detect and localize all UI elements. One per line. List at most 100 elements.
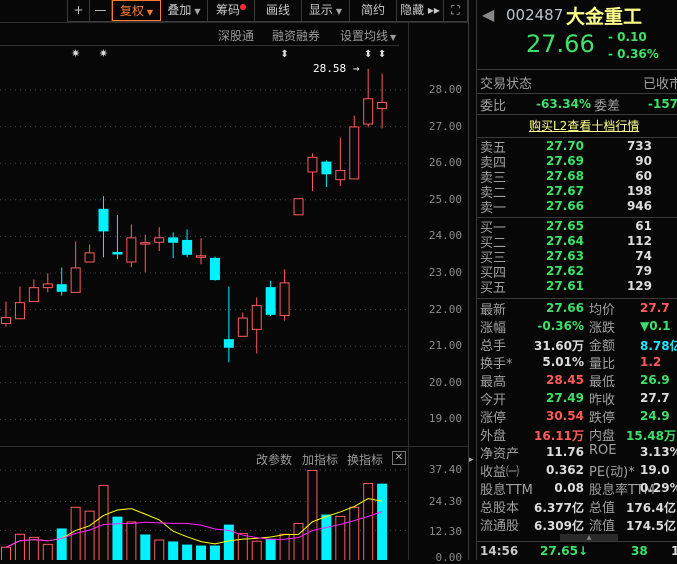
volume-bar-down [377,483,388,560]
down-arrow-icon: ↓ [577,544,589,558]
volume-bar-up [307,469,318,560]
price-tick: 20.00 [428,375,462,389]
stat-label: 净资产 [480,447,520,462]
draw-line-button[interactable]: 画线 [255,0,302,21]
candle-up [28,287,39,303]
candle-down [56,284,67,292]
candle-down [112,252,123,255]
stat-value: 0.29% [640,481,677,495]
stat-label: 最高 [480,375,507,390]
chevron-down-icon: ▼ [194,7,201,16]
ma-setting-label: 设置均线 [340,29,389,43]
overlay-label: 叠加 [167,3,192,17]
stat-label: 跌停 [589,411,616,426]
fullscreen-icon[interactable]: ⛶ [444,0,467,21]
zoom-in-button[interactable]: + [68,0,90,21]
stat-label: 流通股 [480,519,520,534]
simple-mode-button[interactable]: 简约 [350,0,397,21]
volume-bar-down [209,545,220,560]
price-tick: 26.00 [428,156,462,170]
volume-bar-up [1,546,11,560]
axis-divider [408,22,409,560]
chips-button[interactable]: 筹码 [208,0,255,21]
volume-bar-up [84,510,95,560]
chips-label: 筹码 [215,3,240,17]
candle-up [377,101,388,110]
volume-bar-up [154,539,165,560]
notification-dot-icon [240,4,246,10]
stat-value: 16.11万 [534,429,584,443]
display-label: 显示 [308,3,333,17]
candle-up [70,267,81,293]
price-tick: 27.00 [428,119,462,133]
hide-button[interactable]: 隐藏 ▸▸ [397,0,444,21]
splitter[interactable] [468,0,469,560]
volume-bar-up [28,536,39,560]
expand-handle-icon[interactable]: ▲ [560,534,618,541]
stat-label: 量比 [589,357,616,372]
margin-trading-link[interactable]: 融资融券 [272,27,320,44]
stat-label: 总手 [480,339,507,354]
volume-chart [0,469,408,560]
chevron-down-icon: ▼ [335,7,343,16]
candle-up [42,283,53,289]
volume-bar-down [321,514,332,560]
candle-up [363,98,374,125]
price-tick: 25.00 [428,192,462,206]
order-diff-label: 委差 [594,99,621,114]
stat-label: 总值 [589,501,616,516]
stat-value: 27.7 [640,301,670,315]
order-ratio-label: 委比 [480,99,507,114]
price-tick: 23.00 [428,266,462,279]
stat-value: 3.13% [640,445,677,459]
candle-up [1,317,11,325]
stat-value: 6.377亿 [534,501,584,515]
stat-label: 外盘 [480,429,507,444]
high-price-value: 28.58 [313,62,347,75]
event-marker-icon: ⬍ [364,49,372,60]
ma-setting-dropdown[interactable]: 设置均线 ▼ [340,27,396,44]
back-arrow-icon[interactable]: ◀ [482,5,494,24]
stat-value: ▼0.1 [640,319,671,333]
ask-volume: 90 [635,154,652,168]
candle-down [168,237,179,243]
stat-value: 174.5亿 [626,519,676,533]
stat-label: 最新 [480,303,507,318]
chevron-down-icon: ▼ [390,33,397,42]
overlay-dropdown[interactable]: 叠加 ▼ [161,0,208,21]
display-dropdown[interactable]: 显示 ▼ [302,0,350,21]
candle-up [335,170,346,181]
stat-value: 176.4亿 [626,501,676,515]
stat-label: 涨停 [480,411,507,426]
stat-label: 股息TTM [480,483,533,498]
stat-value: 19.0 [640,463,670,477]
stat-value: 1.2 [640,355,662,369]
ask-price: 27.70 [546,139,584,153]
trade-status-label: 交易状态 [480,77,533,92]
candle-down [223,339,234,348]
volume-tick: 37.40 [428,463,462,476]
volume-bar-up [293,522,304,560]
stat-label: 金额 [589,339,616,354]
price-tick: 19.00 [428,412,462,426]
stat-label: 流值 [589,519,616,534]
fuquan-dropdown[interactable]: 复权 ▼ [112,0,161,21]
bid-volume: 79 [635,264,652,278]
volume-bar-down [265,538,276,560]
candle-up [140,242,151,245]
collapse-handle-icon[interactable]: ▸ [469,455,474,465]
candlestick-chart[interactable]: ✷ ✷ ⬍ ⬍ ⬍ [0,45,408,445]
candle-down [265,287,276,315]
l2-purchase-link[interactable]: 购买L2查看十档行情 [529,117,639,134]
trade-time: 14:56 [480,544,519,558]
zoom-out-button[interactable]: — [90,0,112,21]
candle-down [321,161,332,175]
stat-value: 5.01% [542,355,584,369]
stat-label: 今开 [480,393,507,408]
trade-extra: 10 [671,544,677,558]
sgt-link[interactable]: 深股通 [218,27,254,44]
stat-label: 最低 [589,375,616,390]
bid-price: 27.62 [546,264,584,278]
stat-value: 0.362 [546,463,584,477]
quote-panel: ◀ 002487 大金重工 27.66 - 0.10 - 0.36% 交易状态 … [476,0,677,560]
